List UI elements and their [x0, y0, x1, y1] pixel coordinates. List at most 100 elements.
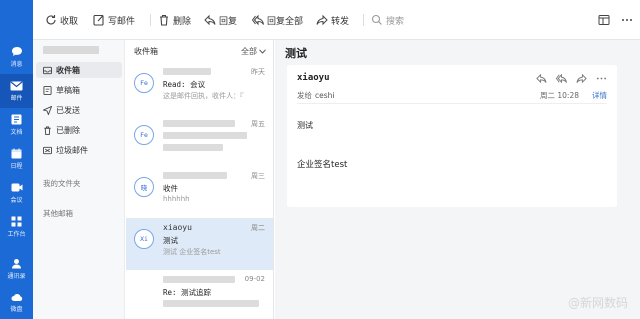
- sender-blurred: [163, 172, 227, 179]
- avatar: Xi: [134, 229, 154, 249]
- message-summary: hhhhhh: [163, 195, 190, 203]
- refresh-icon: [46, 15, 56, 25]
- compose-icon: [93, 14, 104, 26]
- details-link[interactable]: 详情: [592, 90, 607, 101]
- toolbar-divider: [363, 14, 364, 26]
- reply-label: 回复: [219, 16, 238, 27]
- rail-item-meeting[interactable]: 会议: [0, 176, 33, 210]
- message-title: 测试: [285, 47, 307, 60]
- to-label: 发给: [297, 91, 312, 100]
- reply-icon[interactable]: [536, 73, 547, 84]
- forward-button[interactable]: 转发: [316, 13, 349, 27]
- rail-item-docs[interactable]: 文档: [0, 108, 33, 142]
- rail-item-messages[interactable]: 消息: [0, 40, 33, 74]
- app-rail: 消息 邮件 文档 日程 会议 工作台 通讯录 微盘: [0, 0, 33, 319]
- rail-item-calendar[interactable]: 日程: [0, 142, 33, 176]
- toolbar-divider: [150, 14, 151, 26]
- divider: [297, 103, 607, 104]
- receive-label: 收取: [60, 16, 79, 27]
- folder-sent[interactable]: 已发送: [36, 102, 122, 118]
- folder-drafts[interactable]: 草稿箱: [36, 82, 122, 98]
- layout-toggle-button[interactable]: [598, 13, 610, 27]
- more-icon: [622, 19, 632, 21]
- folder-label: 草稿箱: [56, 85, 80, 95]
- rail-label: 文档: [10, 129, 23, 136]
- list-item[interactable]: Fe 周五: [126, 114, 273, 166]
- sender-name[interactable]: xiaoyu: [297, 73, 330, 83]
- folder-label: 已发送: [56, 105, 80, 115]
- trash-icon: [44, 125, 51, 135]
- message-subject: 收件: [163, 184, 178, 193]
- message-list: 收件箱 全部 Fe 昨天 Read: 会议 这是邮件回执，收件人：『 Fe 周五…: [126, 40, 274, 319]
- inbox-icon: [43, 66, 52, 74]
- other-mailboxes-link[interactable]: 其他邮箱: [43, 208, 73, 219]
- reply-icon: [204, 14, 216, 26]
- reply-button[interactable]: 回复: [204, 13, 237, 27]
- message-subject: 测试: [163, 236, 178, 245]
- avatar: 晓: [134, 177, 154, 197]
- folder-deleted[interactable]: 已删除: [36, 122, 122, 138]
- message-summary: 测试 企业签名test: [163, 248, 221, 256]
- message-summary: 这是邮件回执，收件人：『: [163, 92, 244, 100]
- list-item[interactable]: 晓 周三 收件 hhhhhh: [126, 166, 273, 218]
- recipient-line: 发给 ceshi: [297, 90, 334, 101]
- more-button[interactable]: [621, 13, 633, 27]
- compose-button[interactable]: 写邮件: [93, 13, 135, 27]
- search-icon: [371, 14, 382, 25]
- forward-icon: [316, 14, 328, 26]
- reply-all-icon[interactable]: [556, 73, 567, 84]
- search-input[interactable]: 搜索: [371, 13, 404, 27]
- message-subject: Read: 会议: [163, 80, 206, 89]
- forward-label: 转发: [331, 16, 350, 27]
- message-time: 昨天: [251, 68, 265, 76]
- rail-item-mail[interactable]: 邮件: [0, 74, 33, 108]
- rail-item-drive[interactable]: 微盘: [0, 285, 33, 319]
- folder-spam[interactable]: 垃圾邮件: [36, 142, 122, 158]
- calendar-icon: [10, 148, 23, 159]
- reply-all-button[interactable]: 回复全部: [252, 13, 303, 27]
- draft-icon: [43, 85, 52, 95]
- filter-dropdown[interactable]: 全部: [241, 46, 266, 57]
- reading-pane: 测试 xiaoyu 发给 ceshi 周二 10:28 详情 测试 企业签名tes…: [275, 40, 640, 319]
- list-item-selected[interactable]: Xi xiaoyu 周二 测试 测试 企业签名test: [126, 218, 273, 270]
- chevron-down-icon: [259, 49, 266, 54]
- sender-blurred: [163, 276, 235, 283]
- compose-label: 写邮件: [108, 16, 136, 27]
- message-subject: Re: 测试追踪: [163, 288, 212, 297]
- folder-inbox[interactable]: 收件箱: [36, 62, 122, 78]
- folder-label: 已删除: [56, 125, 80, 135]
- folder-label: 垃圾邮件: [56, 145, 88, 155]
- folder-pane: 收件箱 草稿箱 已发送 已删除 垃圾邮件 我的文件夹 其他邮箱: [33, 40, 125, 319]
- rail-item-workbench[interactable]: 工作台: [0, 210, 33, 244]
- delete-button[interactable]: 删除: [158, 13, 191, 27]
- mail-icon: [10, 80, 23, 91]
- rail-label: 日程: [10, 163, 23, 170]
- reply-all-label: 回复全部: [267, 16, 304, 27]
- message-time: 周二: [251, 224, 265, 232]
- list-item[interactable]: Fe 昨天 Read: 会议 这是邮件回执，收件人：『: [126, 62, 273, 114]
- reply-all-icon: [252, 14, 264, 26]
- recipient-name[interactable]: ceshi: [315, 91, 334, 100]
- grid-icon: [10, 216, 23, 227]
- list-item[interactable]: 09-02 Re: 测试追踪: [126, 270, 273, 319]
- list-title: 收件箱: [134, 47, 158, 56]
- message-actions: [536, 73, 607, 84]
- forward-icon[interactable]: [576, 73, 587, 84]
- layout-icon: [598, 15, 610, 25]
- trash-icon: [160, 14, 168, 26]
- rail-label: 消息: [10, 61, 23, 68]
- document-icon: [10, 114, 23, 125]
- search-placeholder: 搜索: [386, 16, 405, 27]
- list-header: 收件箱 全部: [126, 40, 274, 62]
- more-icon[interactable]: [596, 73, 607, 84]
- video-icon: [10, 182, 23, 193]
- send-icon: [43, 105, 52, 115]
- message-time: 09-02: [244, 275, 265, 283]
- rail-label: 邮件: [10, 95, 23, 102]
- my-folders-link[interactable]: 我的文件夹: [43, 178, 81, 189]
- rail-item-contacts[interactable]: 通讯录: [0, 252, 33, 286]
- avatar: Fe: [134, 125, 154, 145]
- receive-button[interactable]: 收取: [45, 13, 78, 27]
- avatar: Fe: [134, 73, 154, 93]
- message-sender: xiaoyu: [163, 223, 192, 232]
